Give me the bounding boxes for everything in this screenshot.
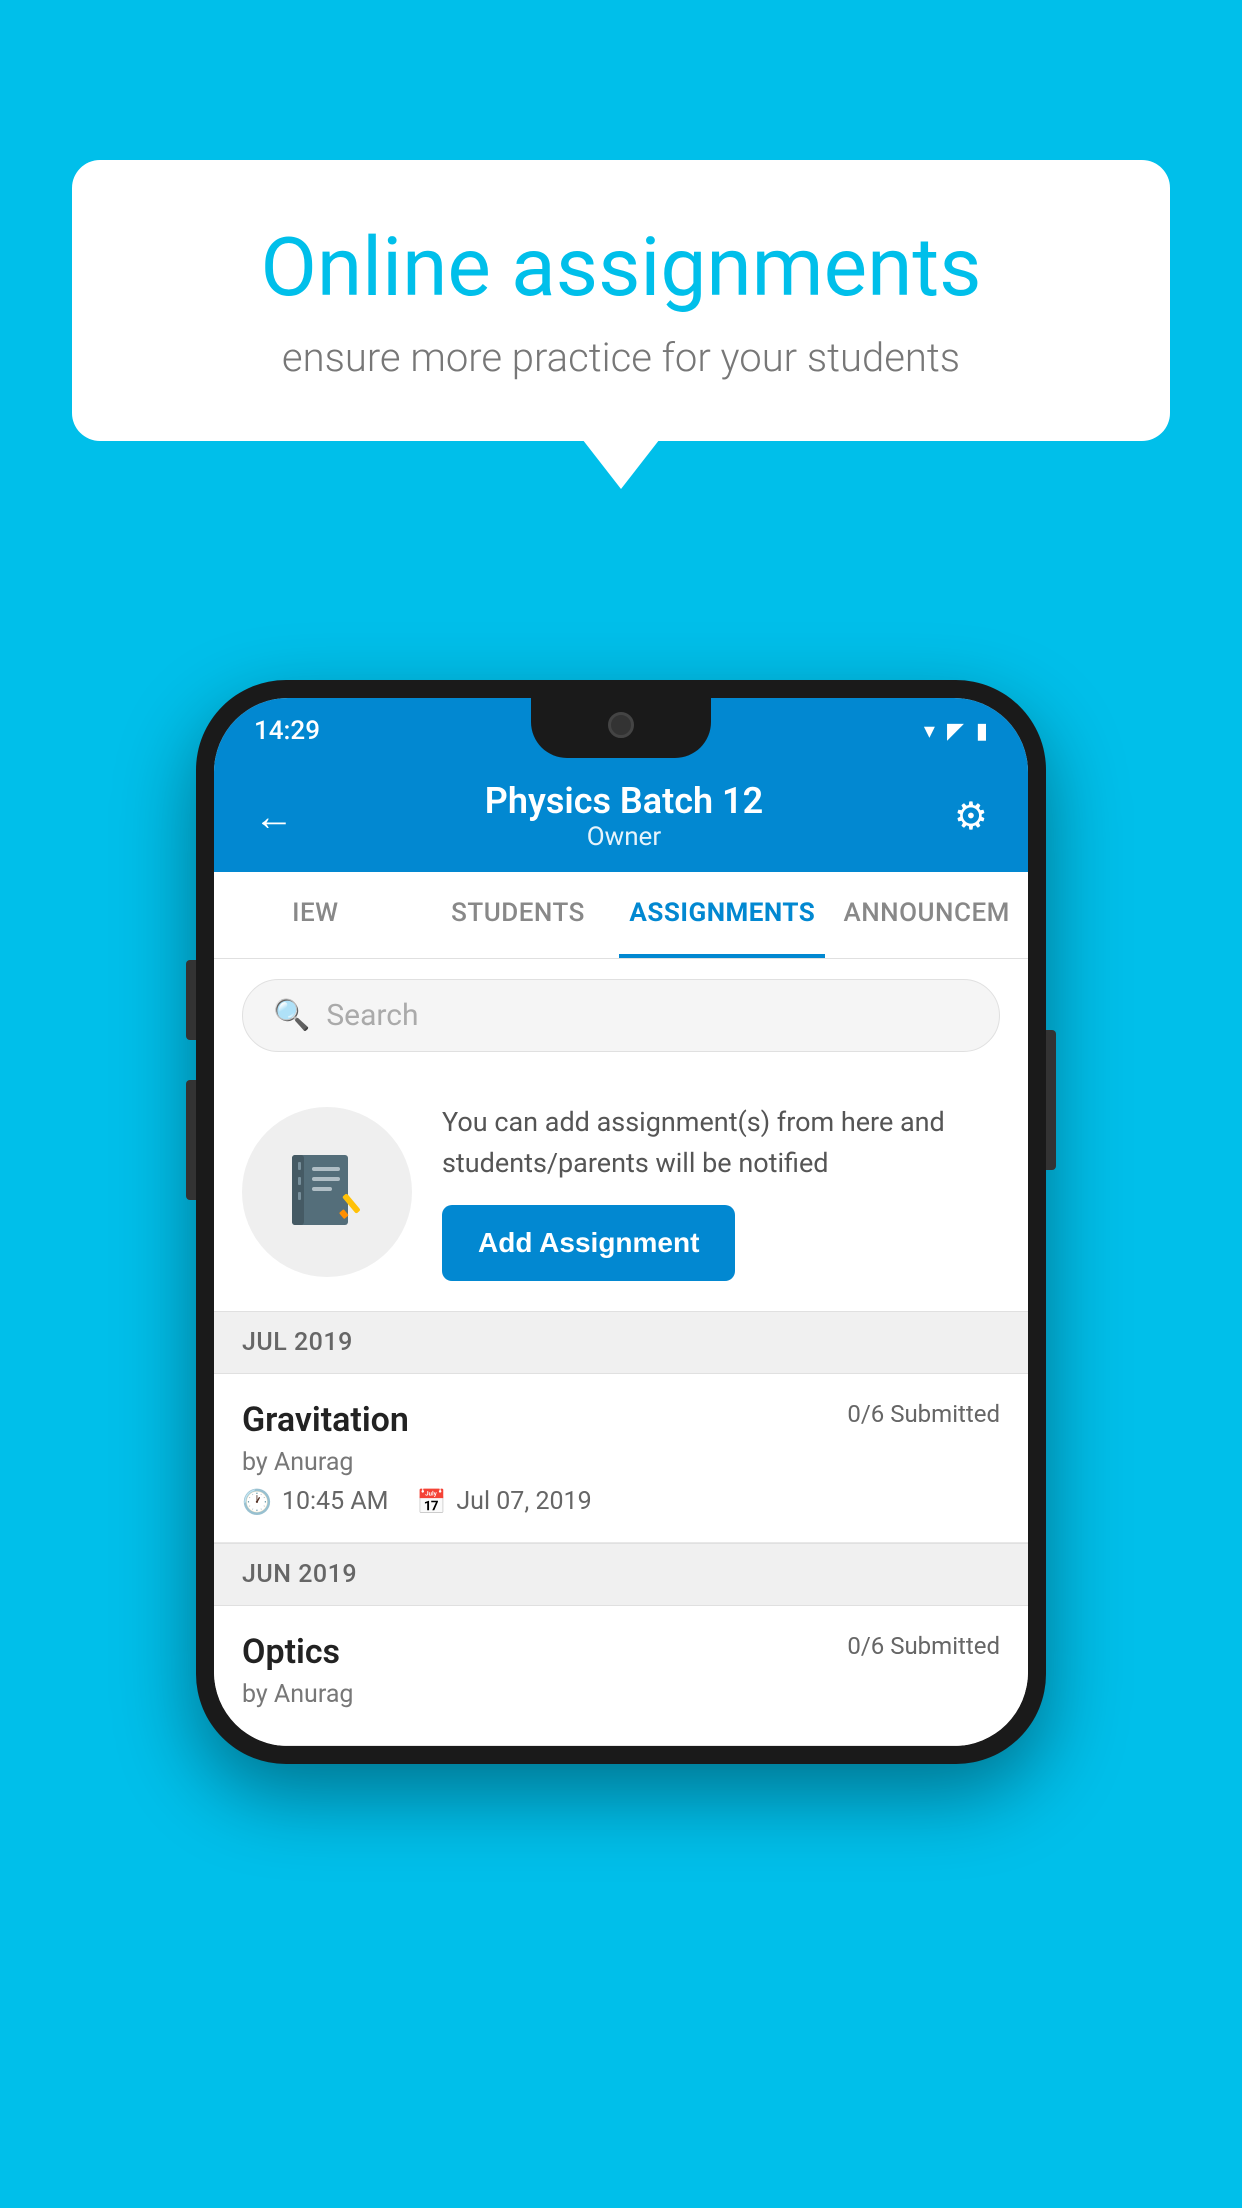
tab-announcements[interactable]: ANNOUNCEM bbox=[825, 872, 1028, 958]
app-bar-title-container: Physics Batch 12 Owner bbox=[485, 780, 763, 852]
section-jul-label: JUL 2019 bbox=[242, 1328, 353, 1357]
section-jun-2019: JUN 2019 bbox=[214, 1543, 1028, 1606]
status-time: 14:29 bbox=[254, 716, 320, 746]
phone-button-left2 bbox=[186, 1080, 196, 1200]
assignment-submitted-2: 0/6 Submitted bbox=[847, 1632, 1000, 1660]
date-value: Jul 07, 2019 bbox=[456, 1487, 591, 1516]
wifi-icon: ▾ bbox=[924, 719, 935, 744]
add-assignment-button[interactable]: Add Assignment bbox=[442, 1205, 735, 1281]
back-button[interactable]: ← bbox=[254, 793, 294, 840]
assignment-date: 📅 Jul 07, 2019 bbox=[416, 1487, 591, 1516]
assignment-title: Gravitation bbox=[242, 1400, 409, 1440]
assignment-by: by Anurag bbox=[242, 1448, 1000, 1477]
time-value: 10:45 AM bbox=[282, 1487, 389, 1516]
assignment-submitted: 0/6 Submitted bbox=[847, 1400, 1000, 1428]
phone-notch bbox=[531, 698, 711, 758]
assignment-time: 🕐 10:45 AM bbox=[242, 1487, 388, 1516]
phone-frame: 14:29 ▾ ◤ ▮ ← Physics Batch 12 Owner ⚙ I… bbox=[196, 680, 1046, 1764]
section-jun-label: JUN 2019 bbox=[242, 1560, 357, 1589]
tab-iew[interactable]: IEW bbox=[214, 872, 417, 958]
battery-icon: ▮ bbox=[976, 719, 988, 744]
info-text-container: You can add assignment(s) from here and … bbox=[442, 1102, 1000, 1281]
tab-students[interactable]: STUDENTS bbox=[417, 872, 620, 958]
app-bar-title: Physics Batch 12 bbox=[485, 780, 763, 822]
calendar-icon: 📅 bbox=[416, 1488, 446, 1516]
clock-icon: 🕐 bbox=[242, 1488, 272, 1516]
search-bar[interactable]: 🔍 Search bbox=[242, 979, 1000, 1052]
app-bar: ← Physics Batch 12 Owner ⚙ bbox=[214, 760, 1028, 872]
search-container: 🔍 Search bbox=[214, 959, 1028, 1072]
tab-assignments[interactable]: ASSIGNMENTS bbox=[619, 872, 825, 958]
search-icon: 🔍 bbox=[273, 998, 310, 1033]
table-row[interactable]: Gravitation 0/6 Submitted by Anurag 🕐 10… bbox=[214, 1374, 1028, 1543]
assignment-header-2: Optics 0/6 Submitted bbox=[242, 1632, 1000, 1672]
phone-screen: 14:29 ▾ ◤ ▮ ← Physics Batch 12 Owner ⚙ I… bbox=[214, 698, 1028, 1746]
assignment-details: 🕐 10:45 AM 📅 Jul 07, 2019 bbox=[242, 1487, 1000, 1516]
signal-icon: ◤ bbox=[947, 719, 964, 744]
notebook-icon bbox=[282, 1147, 372, 1237]
search-placeholder: Search bbox=[326, 998, 418, 1033]
speech-bubble-container: Online assignments ensure more practice … bbox=[72, 160, 1170, 441]
tabs-container: IEW STUDENTS ASSIGNMENTS ANNOUNCEM bbox=[214, 872, 1028, 959]
info-card: You can add assignment(s) from here and … bbox=[214, 1072, 1028, 1311]
speech-bubble-subtitle: ensure more practice for your students bbox=[142, 334, 1100, 381]
assignment-by-2: by Anurag bbox=[242, 1680, 1000, 1709]
assignment-title-2: Optics bbox=[242, 1632, 340, 1672]
speech-bubble-title: Online assignments bbox=[142, 220, 1100, 316]
info-icon-circle bbox=[242, 1107, 412, 1277]
info-description: You can add assignment(s) from here and … bbox=[442, 1102, 1000, 1183]
phone-button-right bbox=[1046, 1030, 1056, 1170]
table-row[interactable]: Optics 0/6 Submitted by Anurag bbox=[214, 1606, 1028, 1746]
phone-camera bbox=[608, 712, 634, 738]
section-jul-2019: JUL 2019 bbox=[214, 1311, 1028, 1374]
phone-wrapper: 14:29 ▾ ◤ ▮ ← Physics Batch 12 Owner ⚙ I… bbox=[196, 680, 1046, 1764]
assignment-header: Gravitation 0/6 Submitted bbox=[242, 1400, 1000, 1440]
phone-button-left bbox=[186, 960, 196, 1040]
status-icons: ▾ ◤ ▮ bbox=[924, 719, 988, 744]
speech-bubble: Online assignments ensure more practice … bbox=[72, 160, 1170, 441]
settings-button[interactable]: ⚙ bbox=[954, 794, 988, 839]
app-bar-subtitle: Owner bbox=[485, 822, 763, 852]
